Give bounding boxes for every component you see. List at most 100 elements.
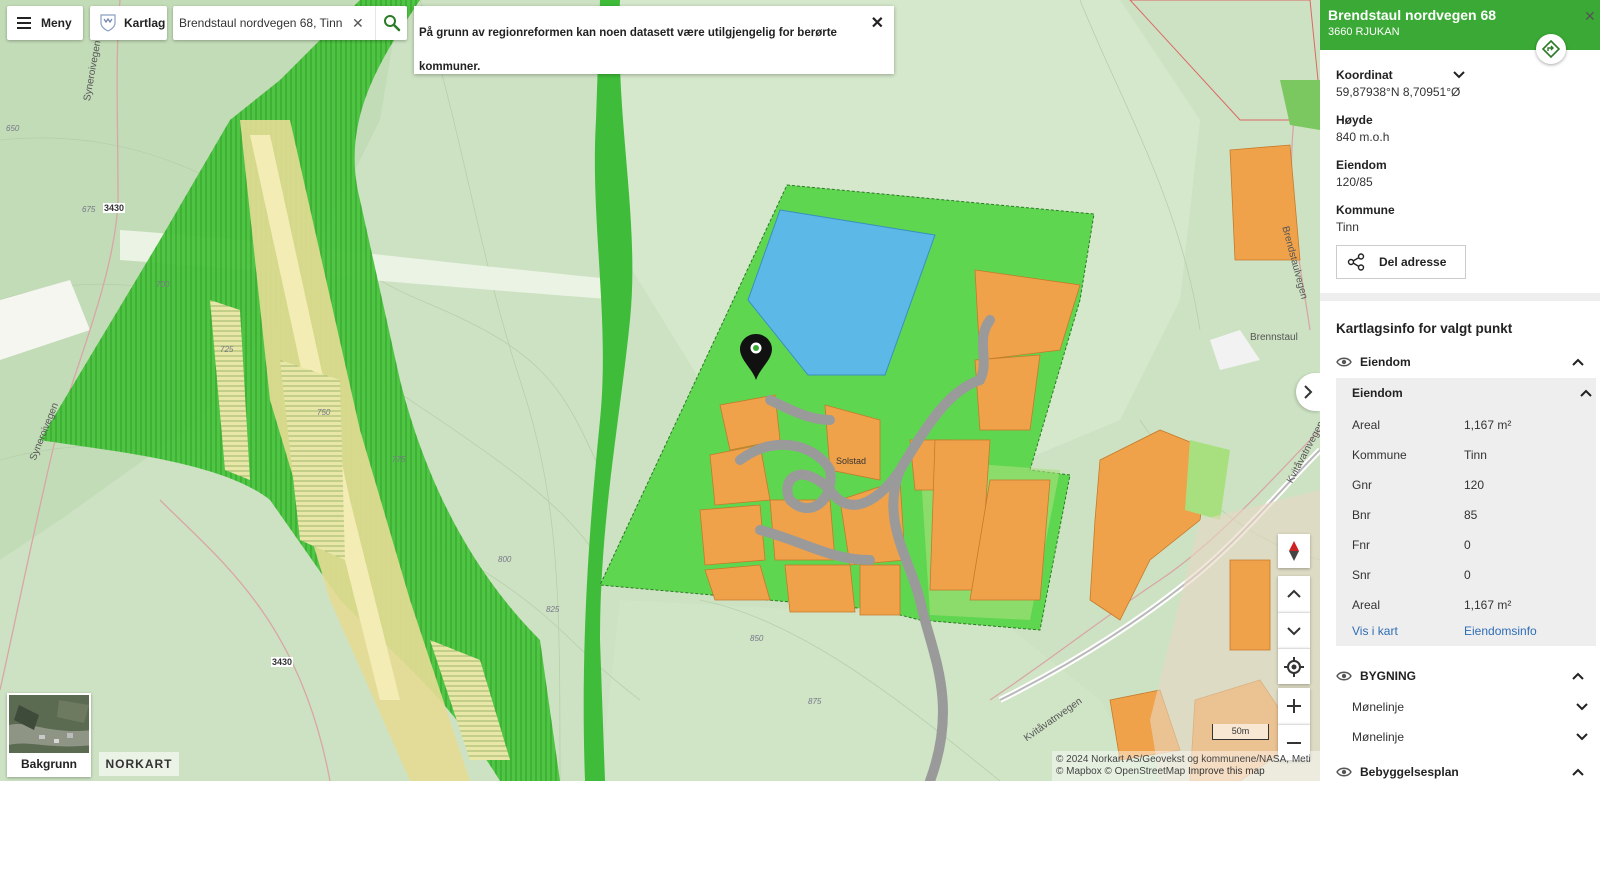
bygning-item-label: Mønelinje	[1352, 730, 1405, 744]
detail-row: Bnr 85	[1336, 500, 1596, 530]
improve-map-link[interactable]: Improve this map	[1188, 766, 1265, 777]
menu-label: Meny	[41, 16, 72, 30]
layer-eiendom-label: Eiendom	[1360, 355, 1411, 369]
layer-eiendom-header[interactable]: Eiendom	[1320, 346, 1600, 378]
detail-row: Gnr 120	[1336, 470, 1596, 500]
show-in-map-link[interactable]: Vis i kart	[1352, 624, 1464, 638]
eye-icon[interactable]	[1336, 766, 1352, 778]
map-graphics	[0, 0, 1320, 781]
place-label: Solstad	[836, 456, 867, 466]
layer-info-title: Kartlagsinfo for valgt punkt	[1336, 321, 1513, 336]
directions-icon	[1542, 40, 1560, 58]
chevron-up-icon	[1572, 768, 1584, 776]
directions-button[interactable]	[1536, 34, 1566, 64]
detail-value: Tinn	[1464, 448, 1487, 462]
map-attribution: © 2024 Norkart AS/Geovekst og kommunene/…	[1052, 751, 1320, 781]
eiendom-sub-header[interactable]: Eiendom	[1336, 382, 1596, 410]
background-selector[interactable]: Bakgrunn	[7, 693, 91, 777]
attribution-line-1: © 2024 Norkart AS/Geovekst og kommunene/…	[1056, 754, 1311, 765]
hamburger-icon	[17, 17, 31, 29]
panel-divider	[1320, 293, 1600, 301]
tilt-down-button[interactable]	[1278, 612, 1310, 648]
road-code-label: 3430	[103, 203, 126, 213]
background-label: Bakgrunn	[9, 753, 89, 775]
detail-key: Areal	[1352, 598, 1381, 612]
detail-row: Snr 0	[1336, 560, 1596, 590]
coordinate-expand-icon[interactable]	[1452, 71, 1465, 79]
search-icon	[383, 15, 400, 32]
search-button[interactable]	[375, 6, 407, 40]
municipality-value: Tinn	[1336, 220, 1359, 234]
clear-search-icon[interactable]: ✕	[352, 15, 364, 32]
eye-icon[interactable]	[1336, 670, 1352, 682]
zoom-in-button[interactable]	[1278, 688, 1310, 724]
property-info-link[interactable]: Eiendomsinfo	[1464, 624, 1537, 638]
compass-icon	[1289, 541, 1299, 561]
bygning-item[interactable]: Mønelinje	[1320, 722, 1600, 752]
detail-key: Areal	[1352, 418, 1381, 432]
road-code-label: 3430	[271, 657, 294, 667]
place-label: Brennstaul	[1250, 332, 1298, 343]
contour-label: 650	[6, 124, 20, 133]
share-address-button[interactable]: Del adresse	[1336, 245, 1466, 279]
chevron-down-icon	[1576, 733, 1588, 741]
contour-label: 875	[808, 697, 822, 706]
chevron-right-icon	[1304, 385, 1313, 399]
detail-key: Fnr	[1352, 538, 1370, 552]
search-bar: ✕	[173, 6, 407, 40]
close-notice-icon[interactable]: ✕	[871, 16, 884, 32]
contour-label: 725	[220, 345, 234, 354]
layers-label: Kartlag	[124, 16, 166, 30]
layer-bygning-label: BYGNING	[1360, 669, 1417, 683]
contour-label: 825	[546, 605, 560, 614]
contour-label: 675	[82, 205, 96, 214]
contour-label: 850	[750, 634, 764, 643]
property-label: Eiendom	[1336, 158, 1387, 172]
chevron-up-icon	[1572, 672, 1584, 680]
municipality-shield-icon	[100, 14, 116, 32]
bygning-item-label: Mønelinje	[1352, 700, 1405, 714]
eye-icon[interactable]	[1336, 356, 1352, 368]
eiendom-sub-label: Eiendom	[1352, 386, 1403, 400]
layer-bebyggelse-label: Bebyggelsesplan	[1360, 765, 1459, 779]
contour-label: 700	[156, 280, 170, 289]
tilt-up-button[interactable]	[1278, 576, 1310, 612]
layer-bygning-header[interactable]: BYGNING	[1320, 660, 1600, 692]
contour-label: 750	[317, 408, 331, 417]
crosshair-icon	[1284, 656, 1304, 677]
contour-label: 775	[392, 455, 406, 464]
close-panel-icon[interactable]: ✕	[1584, 8, 1596, 25]
detail-row: Areal 1,167 m²	[1336, 590, 1596, 620]
address-title: Brendstaul nordvegen 68	[1328, 7, 1497, 23]
chevron-down-icon	[1287, 626, 1301, 635]
municipality-label: Kommune	[1336, 203, 1395, 217]
contour-label: 800	[498, 555, 512, 564]
plus-icon	[1287, 699, 1301, 713]
attribution-line-2: © Mapbox © OpenStreetMap	[1056, 766, 1186, 777]
layer-bebyggelse-header[interactable]: Bebyggelsesplan	[1320, 756, 1600, 781]
chevron-up-icon	[1287, 589, 1301, 598]
detail-value: 0	[1464, 538, 1471, 552]
scale-bar: 50m	[1212, 724, 1269, 740]
search-input[interactable]	[179, 16, 344, 30]
compass-button[interactable]	[1278, 534, 1310, 568]
bygning-item[interactable]: Mønelinje	[1320, 692, 1600, 722]
detail-row: Areal 1,167 m²	[1336, 410, 1596, 440]
chevron-up-icon	[1580, 389, 1592, 397]
detail-value: 85	[1464, 508, 1478, 522]
my-location-button[interactable]	[1278, 648, 1310, 684]
layers-button[interactable]: Kartlag	[90, 6, 167, 40]
region-notice: På grunn av regionreformen kan noen data…	[414, 6, 894, 74]
norkart-logo: NORKART	[99, 752, 179, 776]
chevron-up-icon	[1572, 358, 1584, 366]
detail-value: 0	[1464, 568, 1471, 582]
map-canvas[interactable]: 3430 3430 Syneroivegen Syneroivegen Kvit…	[0, 0, 1320, 781]
notice-text: På grunn av regionreformen kan noen data…	[419, 27, 837, 73]
height-label: Høyde	[1336, 113, 1373, 127]
detail-row: Fnr 0	[1336, 530, 1596, 560]
detail-key: Snr	[1352, 568, 1371, 582]
detail-value: 120	[1464, 478, 1485, 492]
chevron-down-icon	[1576, 703, 1588, 711]
menu-button[interactable]: Meny	[7, 6, 83, 40]
minus-icon	[1287, 741, 1301, 744]
